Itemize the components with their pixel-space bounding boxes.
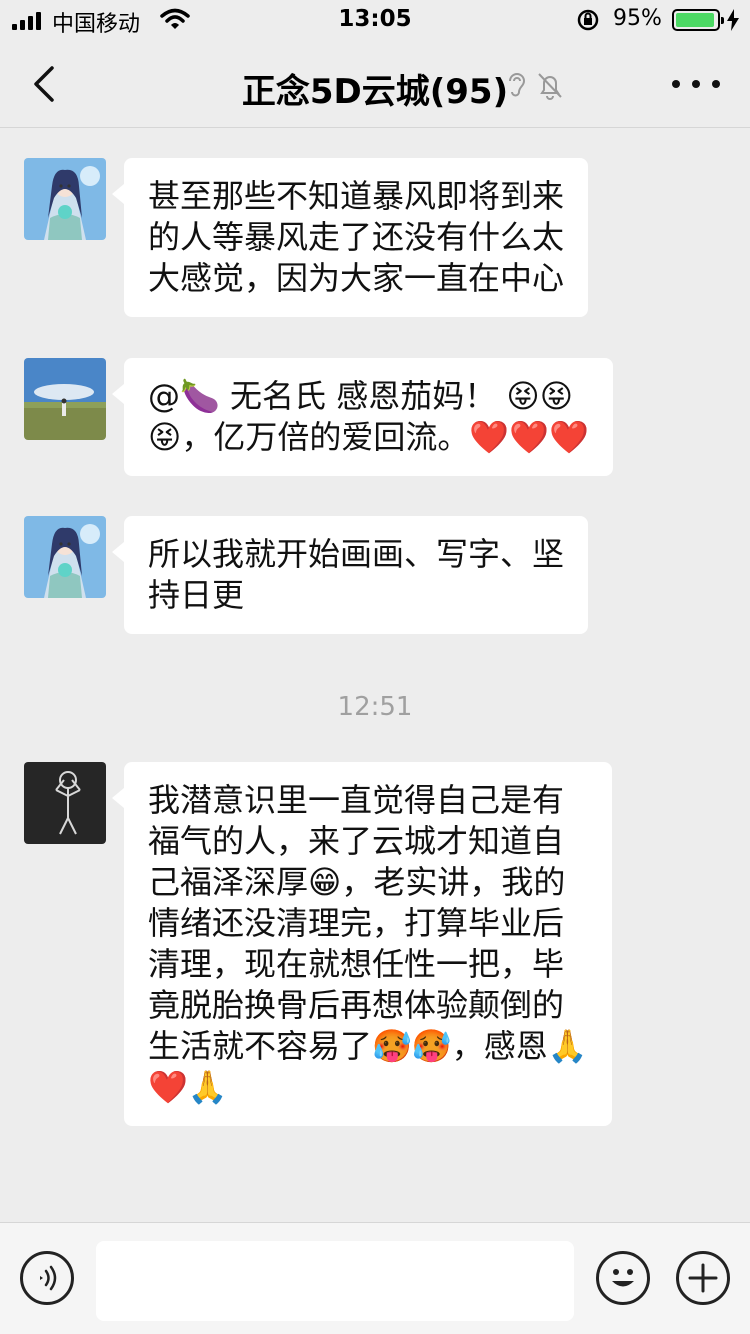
avatar[interactable] — [24, 358, 106, 440]
message-input[interactable] — [96, 1241, 574, 1321]
status-bar: 中国移动 13:05 95% — [0, 0, 750, 40]
message-line: 情绪还没清理完，打算毕业后 — [148, 904, 565, 942]
message-line: 己福泽深厚😁，老实讲，我的 — [148, 863, 566, 901]
mute-bell-icon — [538, 73, 562, 100]
meadow-photo-avatar — [24, 358, 106, 440]
battery-percent: 95% — [613, 6, 662, 31]
anime-girl-avatar — [24, 516, 106, 598]
battery-icon — [672, 9, 724, 31]
message-line: 甚至那些不知道暴风即将到来 — [148, 177, 565, 215]
avatar[interactable] — [24, 158, 106, 240]
more-icon[interactable] — [672, 68, 720, 100]
avatar[interactable] — [24, 516, 106, 598]
chalk-figure-avatar — [24, 762, 106, 844]
message-bubble[interactable]: 所以我就开始画画、写字、坚 持日更 — [111, 516, 589, 634]
message-bubble[interactable]: @🍆 无名氏 感恩茄妈！ 😝😝 😝，亿万倍的爱回流。❤️❤️❤️ — [112, 358, 613, 476]
time-divider: 12:51 — [337, 692, 413, 722]
message-bubble[interactable]: 甚至那些不知道暴风即将到来 的人等暴风走了还没有什么太 大感觉，因为大家一直在中… — [111, 158, 589, 317]
plus-icon[interactable] — [676, 1251, 730, 1305]
message-line: @🍆 无名氏 感恩茄妈！ 😝😝 — [148, 377, 574, 415]
message-line: 竟脱胎换骨后再想体验颠倒的 — [148, 986, 565, 1024]
message-line: 福气的人，来了云城才知道自 — [148, 822, 565, 860]
message-bubble[interactable]: 我潜意识里一直觉得自己是有 福气的人，来了云城才知道自 己福泽深厚😁，老实讲，我… — [112, 762, 612, 1126]
avatar[interactable] — [24, 762, 106, 844]
message-line: 的人等暴风走了还没有什么太 — [148, 218, 565, 256]
chat-title: 正念5D云城(95) — [241, 72, 509, 112]
message-line: 生活就不容易了🥵🥵，感恩🙏 — [148, 1027, 588, 1065]
earpiece-icon — [509, 73, 526, 97]
chat-header: 正念5D云城(95) — [0, 40, 750, 128]
voice-icon[interactable] — [20, 1251, 74, 1305]
message-line: 清理，现在就想任性一把，毕 — [148, 945, 565, 983]
message-line: 我潜意识里一直觉得自己是有 — [148, 781, 565, 819]
message-line: 大感觉，因为大家一直在中心 — [148, 259, 565, 297]
charging-icon — [727, 9, 739, 31]
message-line: 持日更 — [148, 576, 245, 614]
message-line: 😝，亿万倍的爱回流。❤️❤️❤️ — [148, 418, 589, 456]
orientation-lock-icon — [577, 9, 599, 31]
message-line: 所以我就开始画画、写字、坚 — [148, 535, 565, 573]
anime-girl-avatar — [24, 158, 106, 240]
input-bar — [0, 1222, 750, 1334]
message-line: ❤️🙏 — [148, 1068, 228, 1106]
emoji-icon[interactable] — [596, 1251, 650, 1305]
